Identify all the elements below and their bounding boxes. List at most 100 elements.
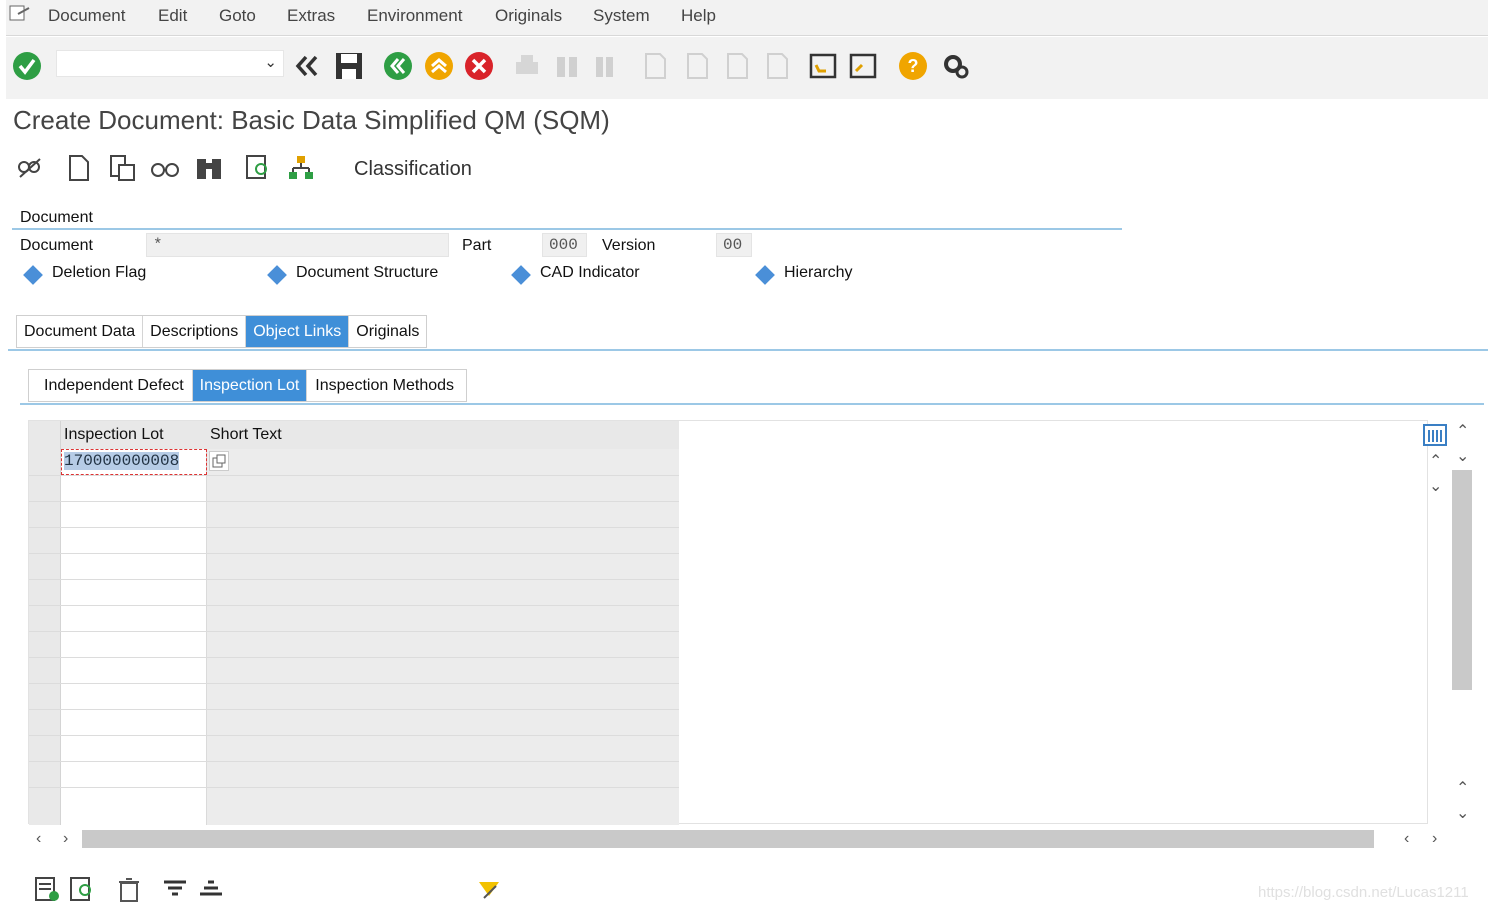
- inspection-lot-column[interactable]: [61, 449, 207, 825]
- menu-help[interactable]: Help: [681, 6, 716, 26]
- page-title: Create Document: Basic Data Simplified Q…: [13, 105, 610, 135]
- scroll-left-icon[interactable]: ‹: [36, 830, 41, 848]
- column-header-inspection-lot[interactable]: Inspection Lot: [64, 426, 164, 444]
- select-all-icon[interactable]: [160, 874, 190, 904]
- inspection-lot-cell[interactable]: 170000000008: [61, 449, 207, 475]
- settings-icon[interactable]: [940, 51, 970, 81]
- version-field[interactable]: 00: [716, 233, 752, 257]
- menu-system[interactable]: System: [593, 6, 650, 26]
- scroll-top-icon[interactable]: ⌃: [1456, 421, 1469, 441]
- enter-icon[interactable]: [12, 51, 42, 81]
- find-icon[interactable]: [552, 51, 582, 81]
- scroll-right-icon[interactable]: ›: [63, 830, 68, 848]
- other-document-icon[interactable]: [14, 153, 44, 183]
- part-field[interactable]: 000: [542, 233, 587, 257]
- row-divider: [29, 579, 679, 580]
- edit-note-icon[interactable]: [474, 874, 504, 904]
- vertical-scrollbar[interactable]: [1450, 470, 1474, 690]
- document-structure-icon: [267, 265, 287, 285]
- document-list-icon[interactable]: [108, 153, 138, 183]
- tab-inspection-lot[interactable]: Inspection Lot: [192, 370, 308, 401]
- part-label: Part: [462, 237, 492, 254]
- row-divider: [29, 657, 679, 658]
- back-icon[interactable]: [383, 51, 413, 81]
- deselect-all-icon[interactable]: [196, 874, 226, 904]
- hierarchy-icon[interactable]: [286, 153, 316, 183]
- column-header-short-text[interactable]: Short Text: [210, 426, 282, 444]
- cancel-icon[interactable]: [464, 51, 494, 81]
- menu-goto[interactable]: Goto: [219, 6, 256, 26]
- table-settings-icon[interactable]: [1423, 424, 1447, 446]
- scroll-down-icon[interactable]: ⌄: [1429, 476, 1442, 496]
- help-icon[interactable]: ?: [898, 51, 928, 81]
- menu-document[interactable]: Document: [48, 6, 125, 26]
- tab-independent-defect[interactable]: Independent Defect: [29, 370, 193, 401]
- classification-button[interactable]: Classification: [354, 158, 472, 181]
- command-dropdown-icon[interactable]: ⌄: [264, 53, 277, 71]
- scroll-page-down-icon[interactable]: ⌄: [1456, 446, 1469, 466]
- version-label: Version: [602, 237, 656, 254]
- scroll-far-left-icon[interactable]: ‹: [1404, 830, 1409, 848]
- tab-descriptions[interactable]: Descriptions: [143, 316, 247, 347]
- inspection-lot-table: Inspection Lot Short Text 170000000008: [28, 420, 1428, 825]
- insert-row-icon[interactable]: [33, 874, 63, 904]
- menu-environment[interactable]: Environment: [367, 6, 462, 26]
- scroll-far-right-icon[interactable]: ›: [1432, 830, 1437, 848]
- menu-originals[interactable]: Originals: [495, 6, 562, 26]
- menu-edit[interactable]: Edit: [158, 6, 187, 26]
- sub-tab-strip: Independent Defect Inspection Lot Inspec…: [28, 369, 468, 402]
- svg-text:?: ?: [908, 56, 919, 76]
- print-icon[interactable]: [512, 51, 542, 81]
- row-divider: [29, 709, 679, 710]
- vertical-scroll-thumb[interactable]: [1452, 470, 1472, 690]
- horizontal-scrollbar[interactable]: [82, 830, 1374, 848]
- standard-toolbar: ⌄ ?: [6, 37, 1488, 99]
- tab-object-links[interactable]: Object Links: [246, 316, 350, 347]
- find-next-icon[interactable]: [592, 51, 622, 81]
- row-divider: [29, 605, 679, 606]
- scroll-page-up-icon[interactable]: ⌃: [1456, 778, 1469, 798]
- delete-icon[interactable]: [114, 874, 144, 904]
- generate-shortcut-icon[interactable]: [848, 51, 878, 81]
- value-help-icon[interactable]: [209, 451, 229, 471]
- find-binoculars-icon[interactable]: [194, 153, 224, 183]
- main-tab-underline: [8, 349, 1488, 351]
- exit-icon[interactable]: [424, 51, 454, 81]
- previous-page-icon[interactable]: [682, 51, 712, 81]
- back-double-icon[interactable]: [292, 51, 322, 81]
- deletion-flag-label: Deletion Flag: [52, 264, 147, 281]
- scroll-up-icon[interactable]: ⌃: [1429, 451, 1442, 471]
- command-field[interactable]: ⌄: [56, 50, 284, 77]
- sap-window: Document Edit Goto Extras Environment Or…: [0, 0, 1488, 911]
- display-glasses-icon[interactable]: [150, 153, 180, 183]
- row-divider: [29, 787, 679, 788]
- document-group-title: Document: [20, 209, 93, 226]
- new-document-icon[interactable]: [64, 153, 94, 183]
- save-icon[interactable]: [334, 51, 364, 81]
- menu-document-icon[interactable]: [9, 4, 31, 22]
- cad-indicator-label: CAD Indicator: [540, 264, 640, 281]
- row-divider: [29, 527, 679, 528]
- document-field[interactable]: *: [146, 233, 449, 257]
- where-used-icon[interactable]: [244, 153, 274, 183]
- tab-document-data[interactable]: Document Data: [17, 316, 144, 347]
- application-toolbar: Classification: [6, 145, 1488, 195]
- create-session-icon[interactable]: [808, 51, 838, 81]
- display-object-icon[interactable]: [68, 874, 98, 904]
- watermark: https://blog.csdn.net/Lucas1211: [1258, 884, 1469, 901]
- menu-extras[interactable]: Extras: [287, 6, 335, 26]
- document-group: Document Document * Part 000 Version 00 …: [12, 200, 1124, 296]
- last-page-icon[interactable]: [762, 51, 792, 81]
- main-tab-strip: Document Data Descriptions Object Links …: [16, 315, 428, 348]
- tab-originals[interactable]: Originals: [349, 316, 426, 347]
- first-page-icon[interactable]: [640, 51, 670, 81]
- scroll-bottom-icon[interactable]: ⌄: [1456, 803, 1469, 823]
- row-divider: [29, 501, 679, 502]
- row-divider: [29, 475, 679, 476]
- next-page-icon[interactable]: [722, 51, 752, 81]
- row-divider: [29, 683, 679, 684]
- tab-inspection-methods[interactable]: Inspection Methods: [307, 370, 466, 401]
- document-structure-label: Document Structure: [296, 264, 439, 281]
- row-selector-column[interactable]: [29, 421, 61, 825]
- row-divider: [29, 761, 679, 762]
